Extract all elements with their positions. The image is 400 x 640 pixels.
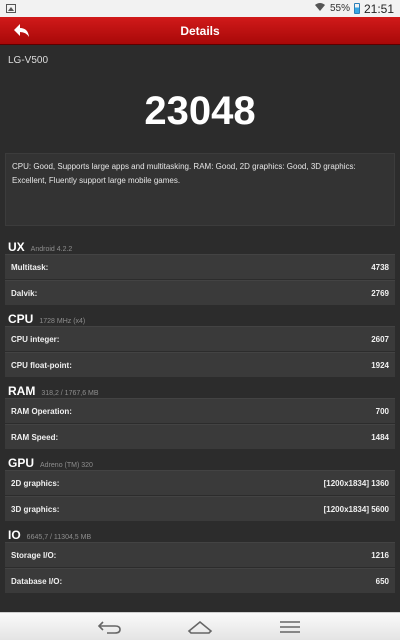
- section-cpu-header: CPU 1728 MHz (x4): [0, 306, 400, 326]
- total-score: 23048: [144, 89, 256, 133]
- nav-back-icon: [97, 620, 121, 634]
- device-name: LG-V500: [8, 55, 49, 66]
- nav-home-button[interactable]: [185, 617, 215, 637]
- result-row-ram-operation: RAM Operation: 700: [5, 398, 395, 423]
- row-value: 1216: [371, 550, 389, 560]
- result-row-storage-io: Storage I/O: 1216: [5, 542, 395, 567]
- row-label: CPU float-point:: [11, 360, 72, 370]
- row-label: 3D graphics:: [11, 504, 60, 514]
- benchmark-sections: UX Android 4.2.2 Multitask: 4738 Dalvik:…: [0, 234, 400, 593]
- section-ram-header: RAM 318,2 / 1767,6 MB: [0, 378, 400, 398]
- page-title: Details: [180, 23, 220, 38]
- row-value: 700: [375, 406, 389, 416]
- row-label: RAM Speed:: [11, 432, 59, 442]
- row-value: [1200x1834] 1360: [323, 478, 389, 488]
- section-name: GPU: [8, 456, 35, 470]
- result-row-cpu-integer: CPU integer: 2607: [5, 326, 395, 351]
- result-row-multitask: Multitask: 4738: [5, 254, 395, 279]
- result-row-dalvik: Dalvik: 2769: [5, 280, 395, 305]
- row-label: CPU integer:: [11, 334, 60, 344]
- result-row-ram-speed: RAM Speed: 1484: [5, 424, 395, 449]
- section-info: 6645,7 / 11304,5 MB: [26, 534, 92, 541]
- row-value: [1200x1834] 5600: [323, 504, 389, 514]
- result-row-cpu-float: CPU float-point: 1924: [5, 352, 395, 377]
- wifi-icon: [314, 2, 326, 15]
- status-bar: 55% 21:51: [0, 0, 400, 17]
- nav-menu-button[interactable]: [275, 617, 305, 637]
- row-value: 1924: [371, 360, 389, 370]
- section-ux-header: UX Android 4.2.2: [0, 234, 400, 254]
- row-value: 2607: [371, 334, 389, 344]
- battery-icon: [353, 3, 360, 14]
- row-label: 2D graphics:: [11, 478, 60, 488]
- section-name: IO: [8, 528, 21, 542]
- home-icon: [187, 620, 213, 634]
- system-nav-bar: [0, 612, 400, 640]
- section-info: Android 4.2.2: [30, 246, 73, 253]
- nav-back-button[interactable]: [95, 617, 125, 637]
- image-notification-icon: [6, 4, 16, 13]
- battery-percent: 55%: [329, 3, 350, 14]
- row-value: 1484: [371, 432, 389, 442]
- row-value: 2769: [371, 288, 389, 298]
- row-label: RAM Operation:: [11, 406, 72, 416]
- result-row-database-io: Database I/O: 650: [5, 568, 395, 593]
- section-io-header: IO 6645,7 / 11304,5 MB: [0, 522, 400, 542]
- summary-text: CPU: Good, Supports large apps and multi…: [5, 153, 395, 226]
- result-row-3d-graphics: 3D graphics: [1200x1834] 5600: [5, 496, 395, 521]
- section-info: 1728 MHz (x4): [39, 318, 86, 325]
- section-gpu-header: GPU Adreno (TM) 320: [0, 450, 400, 470]
- clock: 21:51: [363, 1, 394, 16]
- row-value: 650: [375, 576, 389, 586]
- row-value: 4738: [371, 262, 389, 272]
- app-header: Details: [0, 17, 400, 45]
- result-row-2d-graphics: 2D graphics: [1200x1834] 1360: [5, 470, 395, 495]
- row-label: Multitask:: [11, 262, 49, 272]
- section-name: UX: [8, 240, 25, 254]
- back-arrow-icon: [14, 24, 29, 37]
- back-button[interactable]: [10, 20, 34, 42]
- section-info: 318,2 / 1767,6 MB: [41, 390, 99, 397]
- row-label: Storage I/O:: [11, 550, 57, 560]
- section-info: Adreno (TM) 320: [40, 462, 93, 469]
- row-label: Dalvik:: [11, 288, 38, 298]
- menu-icon: [280, 620, 300, 633]
- section-name: RAM: [8, 384, 36, 398]
- section-name: CPU: [8, 312, 34, 326]
- row-label: Database I/O:: [11, 576, 63, 586]
